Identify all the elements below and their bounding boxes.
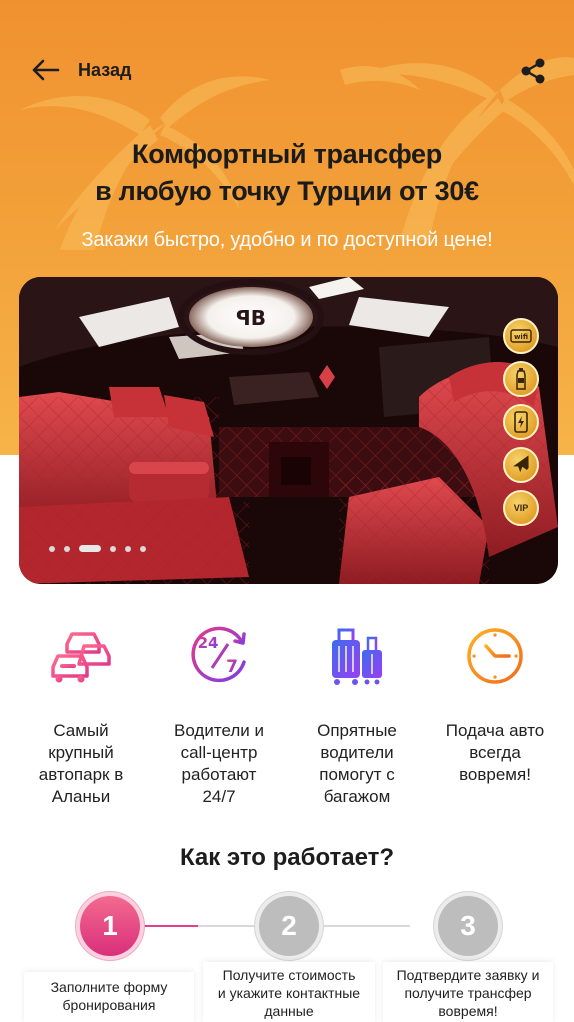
back-label: Назад: [78, 59, 132, 80]
page-title: Комфортный трансфер в любую точку Турции…: [0, 136, 574, 210]
back-button[interactable]: Назад: [30, 48, 131, 92]
feature-fleet: Самый крупный автопарк в Аланьи: [16, 624, 146, 808]
feature-support-text: Водители и call-центр работают 24/7: [174, 721, 264, 806]
feature-fleet-text: Самый крупный автопарк в Аланьи: [38, 721, 124, 806]
feature-luggage-text: Опрятные водители помогут с багажом: [317, 721, 397, 806]
luggage-icon: [332, 628, 382, 685]
slide-dot[interactable]: [64, 545, 70, 552]
title-line-1: Комфортный трансфер: [132, 139, 442, 169]
top-bar: Назад: [0, 48, 574, 92]
photo-gallery[interactable]: ꟼB wifi VIP: [19, 277, 558, 584]
step-3-circle[interactable]: 3: [438, 896, 498, 956]
airplane-icon: [503, 447, 539, 483]
slide-dot[interactable]: [110, 545, 116, 552]
water-bottle-icon: [503, 361, 539, 397]
svg-text:7: 7: [226, 657, 238, 677]
share-icon[interactable]: [518, 56, 548, 86]
van-interior-photo: ꟼB: [19, 277, 558, 584]
phone-charger-icon: [503, 404, 539, 440]
step-1-card: Заполните форму бронирования: [24, 972, 194, 1022]
vip-badge-label: VIP: [513, 503, 529, 513]
slide-dot[interactable]: [140, 545, 146, 552]
feature-support: 24 7 Водители и call-центр работают 24/7: [154, 624, 284, 808]
how-it-works-title: Как это работает?: [179, 844, 395, 871]
clock-icon: [467, 626, 523, 684]
features-row: Самый крупный автопарк в Аланьи 24 7 Вод…: [0, 624, 574, 814]
arrow-left-icon: [32, 59, 60, 81]
page-subtitle: Закажи быстро, удобно и по доступной цен…: [81, 229, 493, 251]
slide-dot[interactable]: [49, 545, 55, 552]
svg-text:wifi: wifi: [514, 333, 528, 341]
feature-punctuality-text: Подача авто всегда вовремя!: [445, 721, 545, 784]
svg-text:ꟼB: ꟼB: [236, 306, 266, 330]
cars-icon: [51, 632, 111, 683]
vip-icon: VIP: [503, 490, 539, 526]
clock-24-7-icon: 24 7: [191, 626, 246, 683]
step-2-card: Получите стоимость и укажите контактные …: [203, 962, 375, 1022]
feature-luggage: Опрятные водители помогут с багажом: [292, 624, 422, 808]
slide-dot-active[interactable]: [79, 545, 101, 552]
feature-punctuality: Подача авто всегда вовремя!: [430, 624, 560, 786]
step-1-circle[interactable]: 1: [80, 896, 140, 956]
steps-progress-fill: [138, 925, 198, 927]
slide-dot[interactable]: [125, 545, 131, 552]
title-line-2: в любую точку Турции от 30€: [95, 176, 479, 206]
amenity-badges: wifi VIP: [503, 318, 539, 526]
wifi-icon: wifi: [503, 318, 539, 354]
svg-text:24: 24: [198, 634, 219, 652]
step-2-circle[interactable]: 2: [259, 896, 319, 956]
step-3-card: Подтвердите заявку и получите трансфер в…: [383, 962, 553, 1022]
gallery-pagination: [49, 545, 146, 552]
